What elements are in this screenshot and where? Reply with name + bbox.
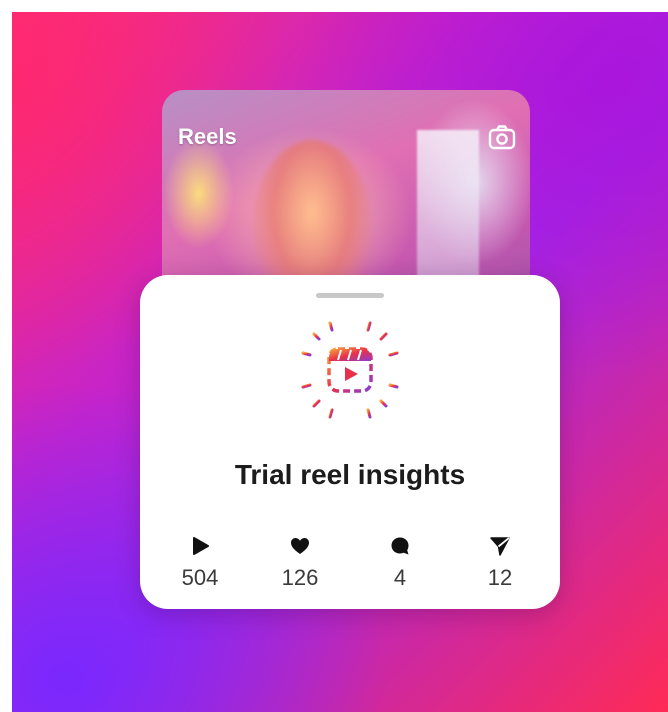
comment-icon [391, 537, 409, 555]
reels-title: Reels [178, 124, 237, 149]
stat-shares: 12 [464, 535, 536, 591]
camera-icon[interactable] [488, 124, 516, 150]
stat-plays: 504 [164, 535, 236, 591]
promo-background: Reels Trial reel insights 504 126 4 12 [12, 12, 668, 712]
stat-likes: 126 [264, 535, 336, 591]
card-title: Trial reel insights [234, 459, 466, 490]
stat-comments: 4 [364, 535, 436, 591]
stats-row: 504 126 4 12 [164, 535, 536, 591]
share-icon [490, 537, 510, 556]
reel-preview-background [417, 130, 479, 280]
stat-likes-value: 126 [281, 565, 319, 590]
stat-shares-value: 12 [487, 565, 513, 590]
heart-icon [291, 538, 309, 554]
trial-reel-insights-card: Trial reel insights 504 126 4 12 [140, 275, 560, 609]
stat-plays-value: 504 [181, 565, 219, 590]
play-icon [193, 537, 209, 555]
stat-comments-value: 4 [393, 565, 407, 590]
drag-handle[interactable] [316, 293, 384, 298]
reel-burst-icon [297, 317, 403, 423]
